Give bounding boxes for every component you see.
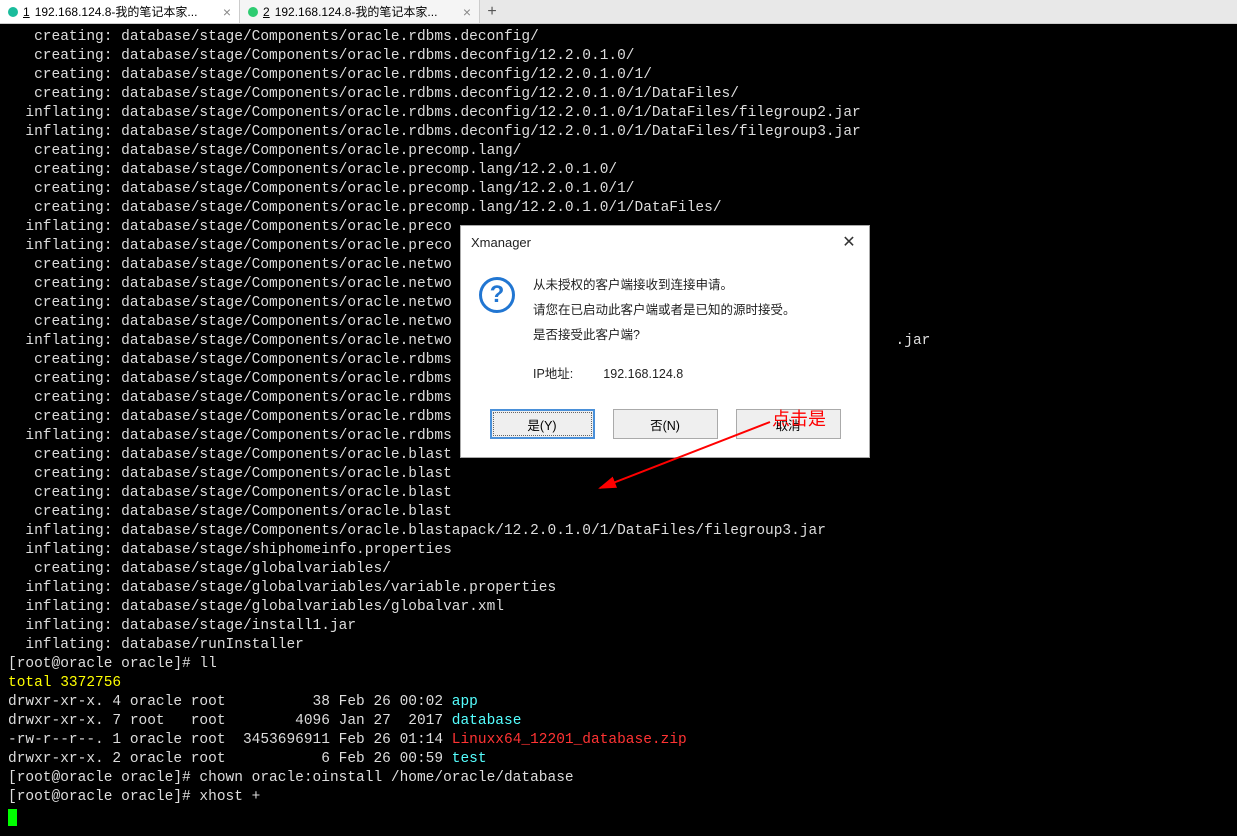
question-icon: ?: [479, 277, 515, 313]
status-dot-icon: [8, 7, 18, 17]
no-button[interactable]: 否(N): [613, 409, 718, 439]
tab-1[interactable]: 1 192.168.124.8-我的笔记本家... ×: [0, 0, 240, 23]
annotation-text: 点击是: [772, 405, 826, 431]
yes-button[interactable]: 是(Y): [490, 409, 595, 439]
dialog-titlebar: Xmanager ✕: [461, 226, 869, 258]
dialog-message: 从未授权的客户端接收到连接申请。 请您在已启动此客户端或者是已知的源时接受。 是…: [533, 273, 851, 387]
tab-title: 192.168.124.8-我的笔记本家...: [275, 3, 438, 20]
ip-label: IP地址:: [533, 362, 573, 387]
ip-value: 192.168.124.8: [603, 362, 683, 387]
close-icon[interactable]: ×: [463, 4, 471, 20]
tab-number: 1: [23, 5, 30, 19]
add-tab-button[interactable]: +: [480, 3, 504, 21]
dialog-title-text: Xmanager: [471, 235, 531, 250]
dialog-line: 是否接受此客户端?: [533, 323, 851, 348]
close-icon[interactable]: ×: [223, 4, 231, 20]
dialog-line: 请您在已启动此客户端或者是已知的源时接受。: [533, 298, 851, 323]
dialog-line: 从未授权的客户端接收到连接申请。: [533, 273, 851, 298]
tab-2[interactable]: 2 192.168.124.8-我的笔记本家... ×: [240, 0, 480, 23]
tab-bar: 1 192.168.124.8-我的笔记本家... × 2 192.168.12…: [0, 0, 1237, 24]
tab-number: 2: [263, 5, 270, 19]
tab-title: 192.168.124.8-我的笔记本家...: [35, 3, 198, 20]
close-icon[interactable]: ✕: [839, 232, 859, 252]
status-dot-icon: [248, 7, 258, 17]
